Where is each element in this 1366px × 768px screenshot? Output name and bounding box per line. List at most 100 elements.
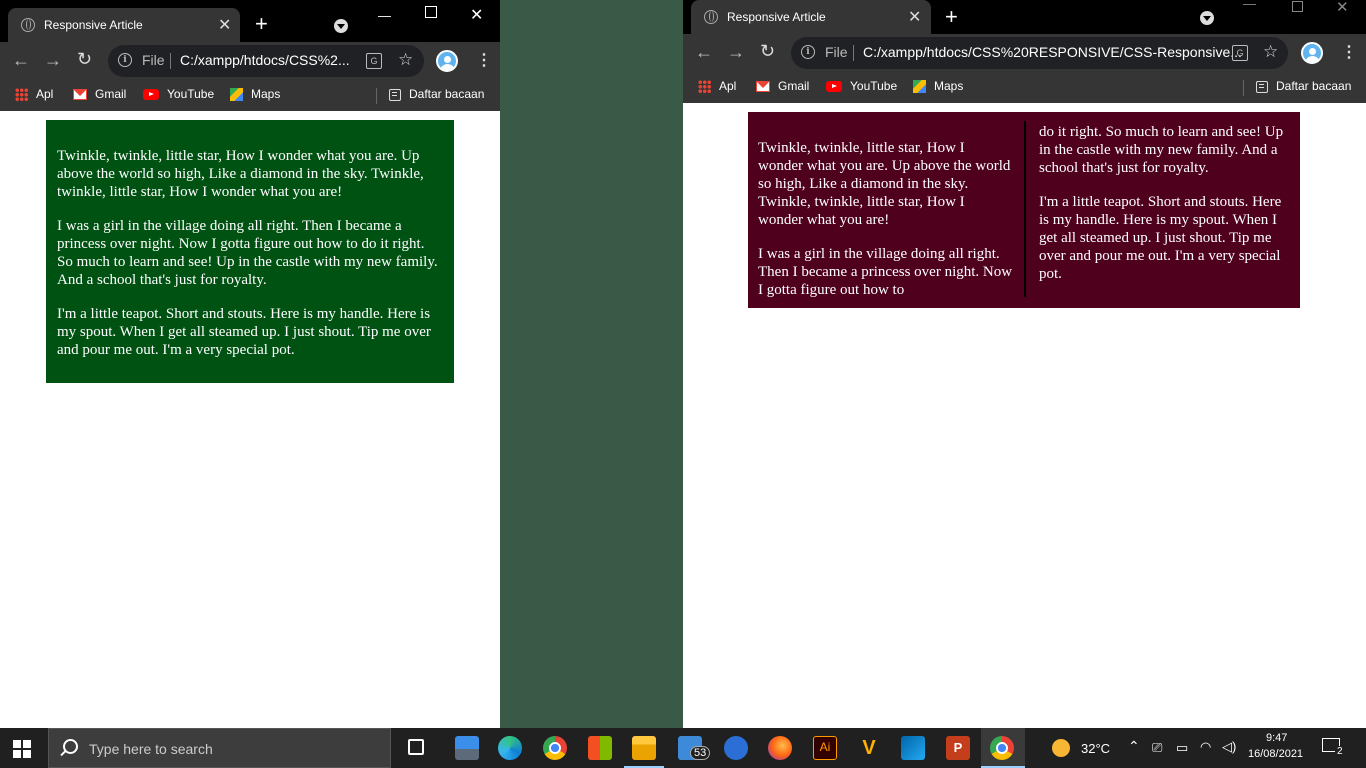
profile-avatar[interactable]	[436, 50, 458, 72]
reading-list-icon	[1256, 80, 1268, 93]
clock-date[interactable]: 16/08/2021	[1248, 748, 1303, 760]
notification-count: 2	[1335, 746, 1345, 757]
search-placeholder: Type here to search	[89, 741, 213, 757]
bookmark-label: YouTube	[850, 79, 898, 93]
url-text[interactable]: C:/xampp/htdocs/CSS%2...	[180, 52, 350, 68]
close-window-icon[interactable]: ✕	[470, 5, 483, 25]
reload-icon[interactable]: ↻	[760, 41, 775, 62]
bookmark-star-icon[interactable]: ☆	[398, 50, 413, 70]
weather-icon[interactable]	[1052, 739, 1070, 757]
left-toolbar: ← → ↻ i File C:/xampp/htdocs/CSS%2... G …	[0, 42, 500, 80]
bookmark-label: YouTube	[167, 87, 215, 101]
visual-studio-icon[interactable]: V	[857, 736, 881, 760]
article-column-1: Twinkle, twinkle, little star, How I won…	[758, 139, 1013, 299]
meet-now-icon[interactable]: ⎚	[1152, 740, 1162, 756]
maps-icon	[913, 80, 926, 94]
chat-app-icon[interactable]	[724, 736, 748, 760]
tab-search-icon[interactable]	[1200, 11, 1214, 25]
chrome-active-icon[interactable]	[990, 736, 1014, 760]
bookmark-gmail[interactable]: Gmail	[756, 79, 809, 93]
back-arrow-icon[interactable]: ←	[695, 42, 713, 63]
gmail-icon	[756, 81, 770, 93]
youtube-icon	[826, 81, 842, 93]
reading-list-button[interactable]: Daftar bacaan	[1256, 79, 1351, 93]
forward-arrow-icon[interactable]: →	[44, 50, 62, 71]
bookmarks-separator	[1243, 80, 1244, 96]
bookmark-youtube[interactable]: YouTube	[826, 79, 897, 93]
weather-temp[interactable]: 32°C	[1081, 741, 1110, 756]
profile-avatar[interactable]	[1301, 42, 1323, 64]
bookmark-maps[interactable]: Maps	[913, 79, 964, 94]
info-icon[interactable]: i	[801, 45, 815, 59]
article-paragraph: I'm a little teapot. Short and stouts. H…	[57, 306, 431, 358]
file-explorer-icon[interactable]	[632, 736, 656, 760]
address-bar[interactable]: i File C:/xampp/htdocs/CSS%20RESPONSIVE/…	[791, 37, 1288, 69]
maximize-icon[interactable]	[425, 6, 437, 18]
info-icon[interactable]: i	[118, 53, 132, 67]
windows-start-icon[interactable]	[13, 740, 31, 758]
bookmark-star-icon[interactable]: ☆	[1263, 42, 1278, 62]
bookmark-label: Maps	[934, 79, 964, 93]
reading-list-icon	[389, 88, 401, 101]
illustrator-icon[interactable]: Ai	[813, 736, 837, 760]
powerpoint-icon[interactable]: P	[946, 736, 970, 760]
back-arrow-icon[interactable]: ←	[12, 50, 30, 71]
minimize-icon[interactable]: —	[378, 8, 391, 23]
url-scheme-label: File	[142, 52, 165, 68]
address-bar[interactable]: i File C:/xampp/htdocs/CSS%2... G ☆	[108, 45, 424, 77]
url-text[interactable]: C:/xampp/htdocs/CSS%20RESPONSIVE/CSS-Res…	[863, 44, 1242, 60]
bookmark-youtube[interactable]: YouTube	[143, 87, 214, 101]
omnibox-separator	[853, 45, 854, 61]
reading-list-label: Daftar bacaan	[1276, 79, 1352, 93]
mail-badge: 53	[690, 746, 711, 760]
close-window-icon[interactable]: ✕	[1336, 0, 1349, 16]
bookmark-apps[interactable]: Apl	[15, 87, 54, 102]
bookmark-gmail[interactable]: Gmail	[73, 87, 126, 101]
bookmark-label: Apl	[719, 79, 737, 93]
bookmark-label: Gmail	[95, 87, 127, 101]
minimize-icon[interactable]: —	[1243, 0, 1256, 11]
firefox-icon[interactable]	[768, 736, 792, 760]
volume-icon[interactable]: ◁)	[1222, 739, 1236, 755]
article-paragraph: I was a girl in the village doing all ri…	[57, 218, 438, 288]
bookmark-label: Apl	[36, 87, 54, 101]
translate-icon[interactable]: G	[366, 53, 382, 69]
globe-icon	[21, 18, 35, 32]
edge-icon[interactable]	[498, 736, 522, 760]
search-icon	[63, 739, 78, 754]
reading-list-button[interactable]: Daftar bacaan	[389, 87, 484, 101]
reload-icon[interactable]: ↻	[77, 49, 92, 70]
new-tab-button[interactable]: +	[255, 13, 268, 35]
tab-title: Responsive Article	[44, 18, 143, 32]
menu-icon[interactable]: ⋮	[1341, 42, 1357, 62]
bookmark-maps[interactable]: Maps	[230, 87, 281, 102]
tab-close-icon[interactable]: ✕	[908, 7, 921, 27]
bookmark-label: Maps	[251, 87, 281, 101]
taskbar-search-box[interactable]: Type here to search	[48, 728, 391, 768]
left-active-tab[interactable]: Responsive Article ✕	[8, 8, 240, 42]
menu-icon[interactable]: ⋮	[476, 50, 492, 70]
bookmarks-separator	[376, 88, 377, 104]
task-view-icon[interactable]	[408, 739, 424, 755]
left-tab-strip: Responsive Article ✕ + — ✕	[0, 0, 500, 42]
bookmark-apps[interactable]: Apl	[698, 79, 737, 94]
wifi-icon[interactable]: ◠	[1200, 739, 1211, 755]
new-tab-button[interactable]: +	[945, 6, 958, 28]
battery-icon[interactable]: ▭	[1176, 740, 1188, 756]
clock-time[interactable]: 9:47	[1266, 732, 1287, 744]
translate-icon[interactable]: G	[1232, 45, 1248, 61]
right-active-tab[interactable]: Responsive Article ✕	[691, 0, 931, 34]
tab-close-icon[interactable]: ✕	[218, 15, 231, 35]
apps-grid-icon	[15, 88, 28, 102]
article-paragraph: Twinkle, twinkle, little star, How I won…	[758, 140, 1011, 228]
tray-chevron-icon[interactable]: ⌃	[1128, 738, 1140, 755]
reading-list-label: Daftar bacaan	[409, 87, 485, 101]
vscode-icon[interactable]	[901, 736, 925, 760]
forward-arrow-icon[interactable]: →	[727, 42, 745, 63]
article-paragraph: I'm a little teapot. Short and stouts. H…	[1039, 194, 1282, 282]
tab-search-icon[interactable]	[334, 19, 348, 33]
chrome-icon[interactable]	[543, 736, 567, 760]
store-icon[interactable]	[588, 736, 612, 760]
maximize-icon[interactable]	[1292, 1, 1303, 12]
widgets-icon[interactable]	[455, 736, 479, 760]
